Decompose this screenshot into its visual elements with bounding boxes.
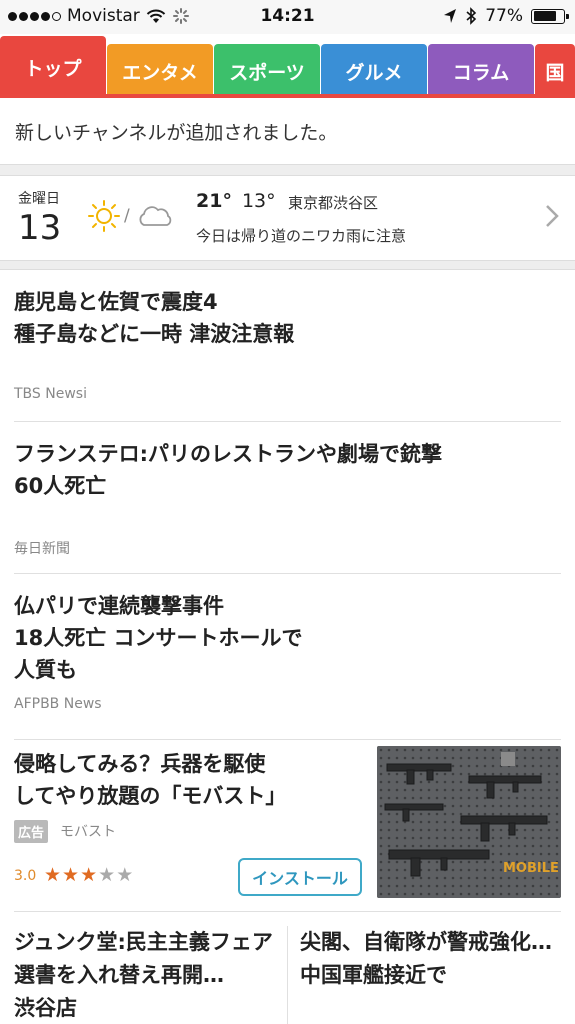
weather-card[interactable]: 金曜日 13 / 21° 13° 東京都渋谷区 今日は帰り道のニワカ雨に注意 bbox=[0, 176, 575, 260]
tab-4[interactable]: グルメ bbox=[321, 44, 427, 98]
rating-stars: ★★★★★ bbox=[44, 864, 134, 886]
cloud-icon bbox=[139, 206, 172, 226]
weather-date: 13 bbox=[18, 208, 62, 248]
column-divider bbox=[287, 926, 288, 1024]
ad-badge: 広告 bbox=[14, 820, 49, 843]
news-headline: 仏パリで連続襲撃事件 18人死亡 コンサートホールで 人質も bbox=[14, 594, 303, 682]
ad-item[interactable]: 侵略してみる？兵器を駆使 してやり放題の「モバスト」 広告 モバスト 3.0 ★… bbox=[14, 740, 561, 912]
weather-separator: / bbox=[124, 206, 130, 226]
news-source: TBS Newsi bbox=[14, 386, 87, 402]
chevron-right-icon bbox=[546, 205, 559, 227]
news-card[interactable]: 尖閣、自衛隊が警戒強化… 中国軍艦接近で bbox=[300, 926, 568, 992]
ad-headline: 侵略してみる？兵器を駆使 してやり放題の「モバスト」 bbox=[14, 752, 287, 808]
battery-icon bbox=[531, 8, 569, 24]
location-arrow-icon bbox=[444, 9, 457, 23]
category-tabs: トップ エンタメ スポーツ グルメ コラム国 bbox=[0, 34, 575, 98]
tab-1[interactable]: トップ bbox=[0, 36, 106, 98]
news-headline: フランステロ:パリのレストランや劇場で銃撃 60人死亡 bbox=[14, 442, 442, 498]
tab-3[interactable]: スポーツ bbox=[214, 44, 320, 98]
news-source: 毎日新聞 bbox=[14, 541, 70, 557]
ad-advertiser: モバスト bbox=[60, 824, 116, 840]
star-filled-icon: ★ bbox=[44, 864, 63, 886]
news-source: AFPBB News bbox=[14, 696, 102, 712]
news-item[interactable]: フランステロ:パリのレストランや劇場で銃撃 60人死亡 毎日新聞 bbox=[14, 422, 561, 574]
status-bar: Movistar 14:21 77% bbox=[0, 0, 575, 34]
install-button[interactable]: インストール bbox=[238, 858, 362, 896]
two-column-news: ジュンク堂:民主主義フェア 選書を入れ替え再開… 渋谷店 尖閣、自衛隊が警戒強化… bbox=[0, 914, 575, 1024]
star-filled-icon: ★ bbox=[80, 864, 99, 886]
bluetooth-icon bbox=[466, 7, 477, 25]
news-item[interactable]: 鹿児島と佐賀で震度4 種子島などに一時 津波注意報 TBS Newsi bbox=[14, 270, 561, 422]
section-divider bbox=[0, 164, 575, 176]
star-empty-icon: ★ bbox=[98, 864, 117, 886]
channel-notice: 新しいチャンネルが追加されました。 bbox=[0, 98, 575, 164]
tab-5[interactable]: コラム bbox=[428, 44, 534, 98]
news-item[interactable]: 仏パリで連続襲撃事件 18人死亡 コンサートホールで 人質も AFPBB New… bbox=[14, 574, 561, 740]
battery-fill bbox=[533, 11, 556, 21]
ad-thumb-text-1: MOBILE STRIKE bbox=[503, 861, 561, 876]
news-headline: 鹿児島と佐賀で震度4 種子島などに一時 津波注意報 bbox=[14, 290, 295, 346]
tab-2[interactable]: エンタメ bbox=[107, 44, 213, 98]
weather-temperatures: 21° 13° bbox=[196, 190, 276, 212]
weather-location: 東京都渋谷区 bbox=[288, 194, 379, 212]
ad-rating-value: 3.0 bbox=[14, 868, 37, 884]
high-temp: 21° bbox=[196, 190, 232, 212]
low-temp: 13° bbox=[241, 190, 276, 212]
weapons-image: MOBILE STRIKE bbox=[377, 746, 561, 898]
tab-6[interactable]: 国 bbox=[535, 44, 575, 98]
sun-icon bbox=[88, 200, 120, 232]
status-right-group: 77% bbox=[443, 6, 569, 26]
star-filled-icon: ★ bbox=[62, 864, 81, 886]
news-card[interactable]: ジュンク堂:民主主義フェア 選書を入れ替え再開… 渋谷店 bbox=[14, 926, 282, 1024]
star-empty-icon: ★ bbox=[116, 864, 135, 886]
battery-percent: 77% bbox=[485, 6, 523, 26]
ad-thumbnail-image[interactable]: MOBILE STRIKE bbox=[377, 746, 561, 898]
section-divider bbox=[0, 260, 575, 270]
weather-message: 今日は帰り道のニワカ雨に注意 bbox=[196, 227, 407, 245]
weather-day-of-week: 金曜日 bbox=[18, 191, 60, 207]
